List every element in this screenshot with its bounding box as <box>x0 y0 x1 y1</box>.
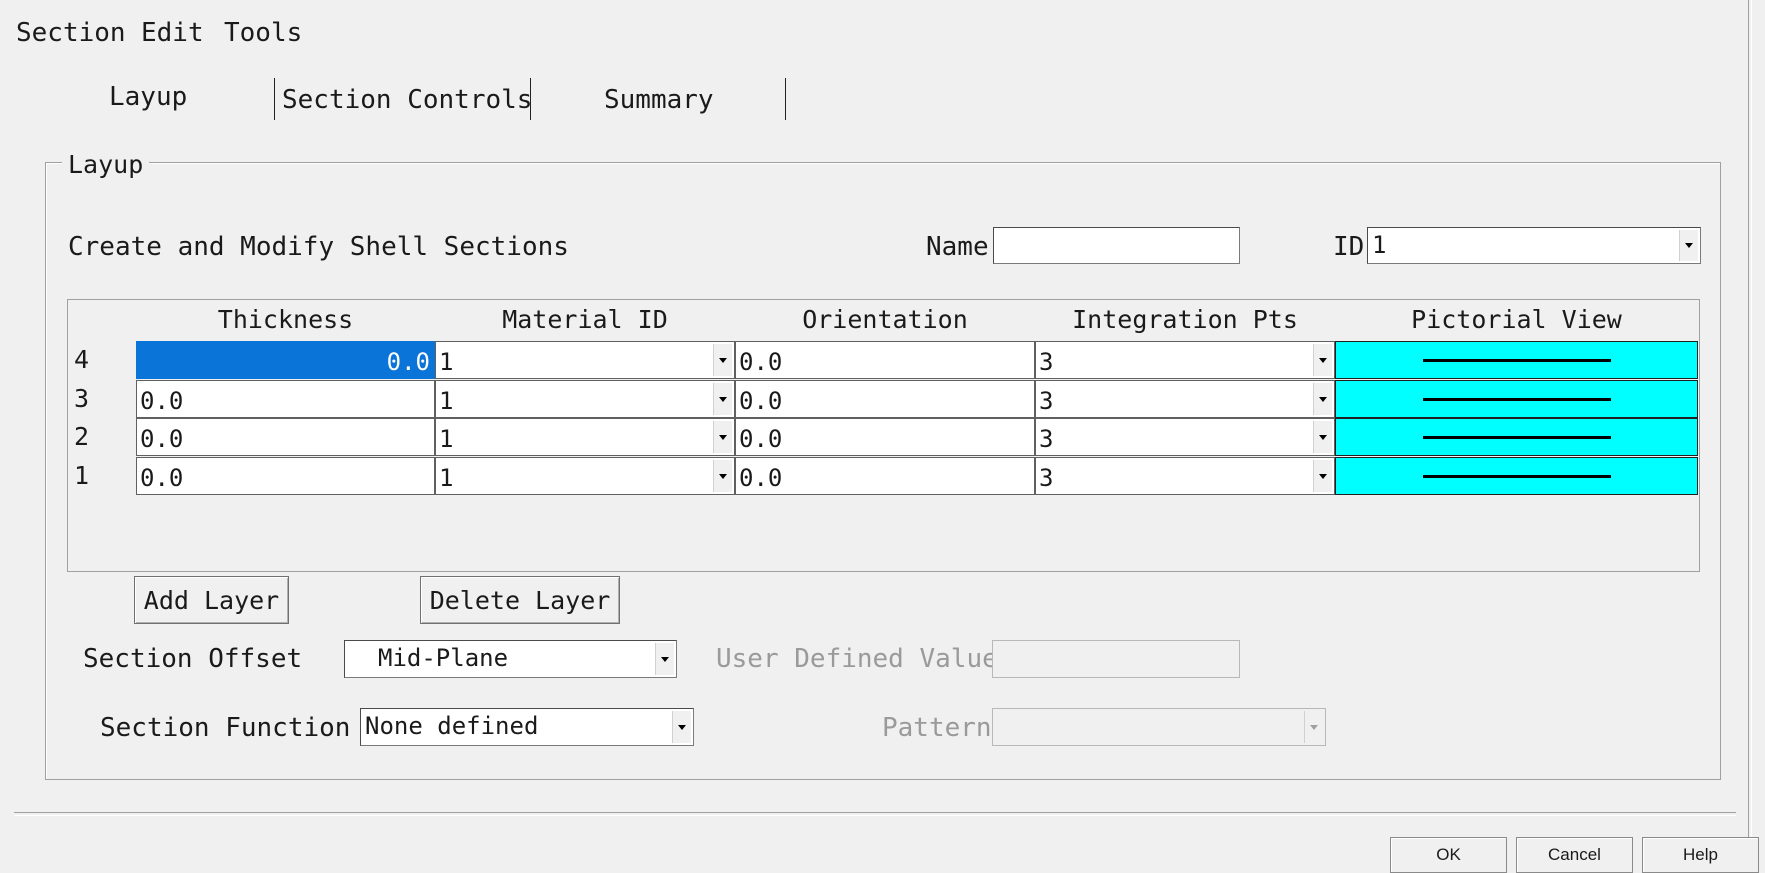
row-label: 4 <box>74 345 90 374</box>
column-header-thickness: Thickness <box>217 305 354 334</box>
user-defined-value-label: User Defined Value <box>716 644 998 674</box>
integration-pts-cell[interactable]: 3 <box>1035 418 1335 456</box>
menu-section[interactable]: Section <box>16 18 126 48</box>
ok-button[interactable]: OK <box>1390 837 1507 873</box>
section-function-label: Section Function <box>100 713 351 743</box>
tab-layup[interactable]: Layup <box>109 82 187 112</box>
integration-pts-cell[interactable]: 3 <box>1035 457 1335 495</box>
material-id-cell[interactable]: 1 <box>435 380 735 418</box>
tab-separator <box>785 78 786 120</box>
material-id-cell[interactable]: 1 <box>435 341 735 379</box>
tab-separator <box>530 78 531 120</box>
pictorial-view-cell <box>1335 341 1698 379</box>
layer-line-icon <box>1423 436 1611 439</box>
column-header-material-id: Material ID <box>502 305 668 334</box>
menu-tools[interactable]: Tools <box>224 18 302 48</box>
chevron-down-icon <box>1304 711 1323 743</box>
orientation-cell[interactable]: 0.0 <box>735 457 1035 495</box>
pictorial-view-cell <box>1335 457 1698 495</box>
orientation-cell[interactable]: 0.0 <box>735 341 1035 379</box>
chevron-down-icon[interactable] <box>672 711 691 743</box>
window-edge <box>1748 0 1752 872</box>
layer-line-icon <box>1423 475 1611 478</box>
pattern-label: Pattern <box>882 713 992 743</box>
row-label: 3 <box>74 384 90 413</box>
tab-separator <box>274 78 275 120</box>
page-heading: Create and Modify Shell Sections <box>68 232 569 262</box>
dialog-separator <box>14 812 1736 816</box>
chevron-down-icon[interactable] <box>1313 383 1332 415</box>
chevron-down-icon[interactable] <box>713 344 732 376</box>
material-id-cell[interactable]: 1 <box>435 457 735 495</box>
thickness-cell[interactable]: 0.0 <box>136 457 435 495</box>
user-defined-value-input[interactable] <box>992 640 1240 678</box>
column-header-pictorial-view: Pictorial View <box>1411 305 1622 334</box>
material-id-cell[interactable]: 1 <box>435 418 735 456</box>
column-header-integration-pts: Integration Pts <box>1072 305 1298 334</box>
row-label: 2 <box>74 422 90 451</box>
tab-section-controls[interactable]: Section Controls <box>282 85 532 115</box>
layer-line-icon <box>1423 359 1611 362</box>
cancel-button[interactable]: Cancel <box>1516 837 1633 873</box>
chevron-down-icon[interactable] <box>1313 344 1332 376</box>
layup-group-title: Layup <box>62 150 150 179</box>
orientation-cell[interactable]: 0.0 <box>735 380 1035 418</box>
section-function-select[interactable]: None defined <box>360 708 694 746</box>
chevron-down-icon[interactable] <box>1313 421 1332 453</box>
section-offset-label: Section Offset <box>83 644 303 674</box>
thickness-cell[interactable]: 0.0 <box>136 418 435 456</box>
layer-line-icon <box>1423 398 1611 401</box>
chevron-down-icon[interactable] <box>1679 230 1698 261</box>
help-button[interactable]: Help <box>1642 837 1759 873</box>
id-select[interactable]: 1 <box>1367 227 1701 264</box>
integration-pts-cell[interactable]: 3 <box>1035 380 1335 418</box>
chevron-down-icon[interactable] <box>713 421 732 453</box>
section-offset-select[interactable]: Mid-Plane <box>344 640 677 678</box>
id-label: ID <box>1333 232 1365 262</box>
chevron-down-icon[interactable] <box>655 643 674 675</box>
pictorial-view-cell <box>1335 418 1698 456</box>
integration-pts-cell[interactable]: 3 <box>1035 341 1335 379</box>
chevron-down-icon[interactable] <box>713 383 732 415</box>
menu-edit[interactable]: Edit <box>141 18 204 48</box>
pattern-select[interactable] <box>992 708 1326 746</box>
chevron-down-icon[interactable] <box>1313 460 1332 492</box>
name-input[interactable] <box>993 227 1240 264</box>
column-header-orientation: Orientation <box>802 305 968 334</box>
add-layer-button[interactable]: Add Layer <box>134 576 289 624</box>
thickness-cell[interactable]: 0.0 <box>136 380 435 418</box>
delete-layer-button[interactable]: Delete Layer <box>420 576 620 624</box>
chevron-down-icon[interactable] <box>713 460 732 492</box>
orientation-cell[interactable]: 0.0 <box>735 418 1035 456</box>
pictorial-view-cell <box>1335 380 1698 418</box>
thickness-cell[interactable]: 0.0 <box>136 341 435 379</box>
tab-summary[interactable]: Summary <box>604 85 714 115</box>
row-label: 1 <box>74 461 90 490</box>
name-label: Name <box>926 232 989 262</box>
